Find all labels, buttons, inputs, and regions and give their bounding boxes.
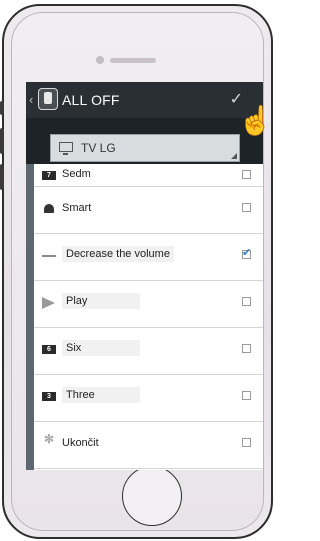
list-item-label: Three [62,387,140,403]
list-item-checkbox[interactable] [242,297,251,306]
app-screen: ‹ ALL OFF ✓ TV LG 7 Sedm Smart Decrease … [26,82,263,470]
number-6-icon: 6 [42,345,56,354]
list-item-checkbox-checked[interactable] [242,246,251,259]
power-icon: ✻ [43,432,55,446]
back-arrow-icon[interactable]: ‹ [29,92,33,107]
device-dropdown-label: TV LG [81,141,116,155]
volume-down-button [0,164,4,190]
action-bar: ‹ ALL OFF ✓ [26,82,263,118]
list-item[interactable]: 7 Sedm [34,164,263,187]
list-item[interactable]: 6 Six [34,328,263,375]
list-item-label: Smart [62,202,92,214]
play-icon [42,297,55,309]
tv-icon [59,142,73,155]
list-item-label: Play [62,293,140,309]
mute-switch [0,101,4,115]
list-item-checkbox[interactable] [242,344,251,353]
list-left-rail [26,164,34,470]
list-item-checkbox[interactable] [242,170,251,179]
bell-icon [42,204,56,213]
list-item-label: Six [62,340,140,356]
number-7-icon: 7 [42,171,56,180]
list-item-checkbox[interactable] [242,391,251,400]
list-item-checkbox[interactable] [242,438,251,447]
page-title: ALL OFF [62,92,120,108]
earpiece-speaker [110,58,156,63]
minus-icon [42,251,56,260]
list-item[interactable]: ✻ Ukončit [34,422,263,469]
pointing-hand-icon: ☝ [238,105,273,136]
number-3-icon: 3 [42,392,56,401]
list-item-label: Ukončit [62,437,99,449]
home-button[interactable] [122,466,182,526]
list-item[interactable]: Smart [34,187,263,234]
front-camera [96,56,104,64]
list-item[interactable]: Decrease the volume [34,234,263,281]
list-item-label: Decrease the volume [62,246,174,262]
list-item-checkbox[interactable] [242,203,251,212]
list-item[interactable]: Play [34,281,263,328]
dropdown-corner-icon [231,153,237,159]
list-item-label: Sedm [62,168,91,180]
list-item[interactable]: 3 Three [34,375,263,422]
device-dropdown[interactable]: TV LG [50,134,240,162]
volume-up-button [0,128,4,154]
remote-app-icon[interactable] [38,88,58,110]
